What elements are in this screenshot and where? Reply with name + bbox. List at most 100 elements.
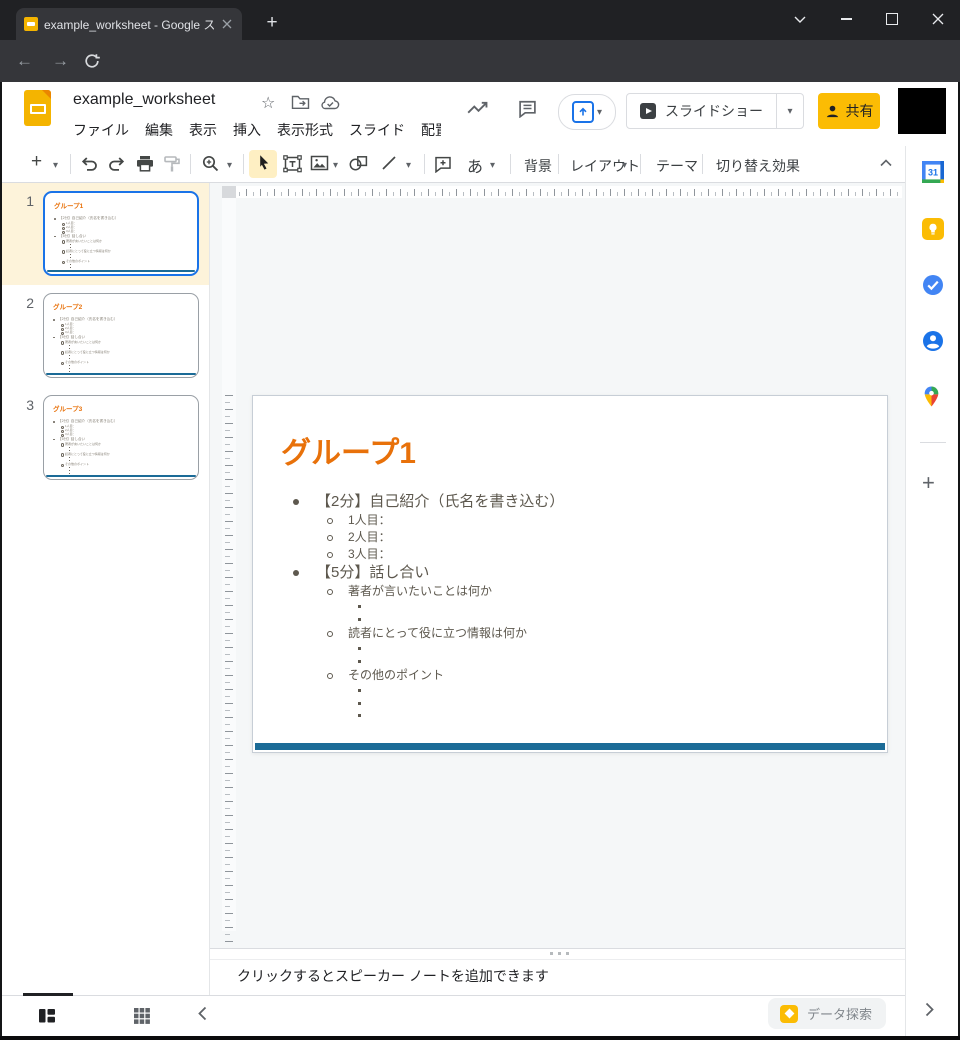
new-slide-caret-icon[interactable]: ▾ <box>53 160 58 171</box>
filmstrip-active-indicator <box>23 993 73 996</box>
slideshow-caret-button[interactable]: ▾ <box>776 94 803 128</box>
reload-button[interactable] <box>84 53 100 69</box>
bullet-marker-icon <box>358 605 361 608</box>
google-tasks-icon[interactable] <box>922 274 944 296</box>
slide-bullet-row <box>253 600 887 613</box>
slide-bullet-row: 3人目： <box>253 546 887 563</box>
slide-bullet-row: 1人目： <box>253 512 887 529</box>
insert-comment-tool[interactable] <box>434 155 452 173</box>
zoom-button[interactable] <box>202 155 219 172</box>
google-slides-logo-icon[interactable] <box>24 90 51 126</box>
new-slide-button[interactable]: + <box>31 153 42 171</box>
slideshow-button[interactable]: スライドショー <box>627 94 776 128</box>
filmstrip-view-button[interactable] <box>38 1008 56 1024</box>
zoom-caret-icon[interactable]: ▾ <box>227 160 232 171</box>
slide-canvas[interactable]: グループ1 【2分】自己紹介（氏名を書き込む）1人目：2人目：3人目：【5分】話… <box>210 183 905 948</box>
present-caret-icon[interactable]: ▾ <box>597 107 602 118</box>
move-to-folder-icon[interactable] <box>291 95 310 110</box>
document-title[interactable]: example_worksheet <box>73 91 215 109</box>
forward-button[interactable]: → <box>52 52 69 70</box>
menu-file[interactable]: ファイル <box>73 118 137 142</box>
window-menu-chevron-icon[interactable] <box>778 4 822 34</box>
slide-title[interactable]: グループ1 <box>281 428 416 472</box>
browser-tab[interactable]: example_worksheet - Google スラ <box>16 8 242 40</box>
star-document-icon[interactable]: ☆ <box>261 93 275 113</box>
present-button[interactable]: ▾ <box>558 94 616 130</box>
insert-image-tool[interactable] <box>310 155 329 171</box>
cloud-saved-icon[interactable] <box>320 96 340 110</box>
shape-tool[interactable] <box>349 155 368 172</box>
new-tab-button[interactable]: + <box>258 9 286 37</box>
furigana-caret-icon[interactable]: ▾ <box>490 160 495 171</box>
slide-thumbnail-row[interactable]: 2グループ2【2分】自己紹介（氏名を書き込む）1人目：2人目：3人目：【5分】話… <box>0 285 209 387</box>
google-maps-icon[interactable] <box>924 386 939 407</box>
slide-thumbnail-row[interactable]: 1グループ1【2分】自己紹介（氏名を書き込む）1人目：2人目：3人目：【5分】話… <box>0 183 209 285</box>
slide-bullet-row: 2人目： <box>253 529 887 546</box>
bullet-text: 著者が言いたいことは何か <box>348 583 887 600</box>
slide-thumbnail[interactable]: グループ1【2分】自己紹介（氏名を書き込む）1人目：2人目：3人目：【5分】話し… <box>43 191 199 276</box>
browser-tab-strip: example_worksheet - Google スラ + <box>0 0 960 40</box>
print-button[interactable] <box>136 155 154 172</box>
menu-insert[interactable]: 挿入 <box>225 118 269 142</box>
google-side-panel: 31 + <box>905 146 960 1040</box>
paint-format-button[interactable] <box>163 155 181 173</box>
slide-bullet-row <box>253 709 887 722</box>
redo-button[interactable] <box>108 155 126 172</box>
undo-button[interactable] <box>80 155 98 172</box>
svg-text:31: 31 <box>928 168 938 178</box>
line-tool[interactable] <box>381 155 397 171</box>
menu-format[interactable]: 表示形式 <box>269 118 341 142</box>
menu-slide[interactable]: スライド <box>341 118 413 142</box>
notes-placeholder[interactable]: クリックするとスピーカー ノートを追加できます <box>237 966 549 986</box>
window-minimize-button[interactable] <box>824 4 868 34</box>
hide-menus-chevron-icon[interactable] <box>880 159 892 167</box>
menu-view[interactable]: 表示 <box>181 118 225 142</box>
theme-button[interactable]: テーマ <box>656 156 698 176</box>
slide-body-list[interactable]: 【2分】自己紹介（氏名を書き込む）1人目：2人目：3人目：【5分】話し合い著者が… <box>253 492 887 722</box>
collapse-filmstrip-chevron-icon[interactable] <box>198 1006 207 1021</box>
get-addons-button[interactable]: + <box>922 472 935 494</box>
current-slide[interactable]: グループ1 【2分】自己紹介（氏名を書き込む）1人目：2人目：3人目：【5分】話… <box>252 395 888 753</box>
version-history-icon[interactable] <box>466 100 491 115</box>
text-box-tool[interactable] <box>283 155 302 173</box>
slideshow-play-icon <box>640 103 656 119</box>
slide-thumbnail[interactable]: グループ2【2分】自己紹介（氏名を書き込む）1人目：2人目：3人目：【5分】話し… <box>43 293 199 378</box>
comments-icon[interactable] <box>518 99 537 118</box>
google-slides-window: example_worksheet - Google スラ + ← → docs… <box>0 0 960 1040</box>
window-maximize-button[interactable] <box>870 4 914 34</box>
furigana-tool[interactable]: あ <box>467 153 483 177</box>
vertical-ruler <box>222 198 236 931</box>
tab-close-icon[interactable] <box>220 17 234 31</box>
slide-thumbnail-row[interactable]: 3グループ3【2分】自己紹介（氏名を書き込む）1人目：2人目：3人目：【5分】話… <box>0 387 209 489</box>
slide-number: 3 <box>0 395 43 489</box>
back-button[interactable]: ← <box>16 52 33 70</box>
thumbnail-slide-title: グループ1 <box>54 200 83 210</box>
share-button[interactable]: 共有 <box>818 93 880 129</box>
google-keep-icon[interactable] <box>922 218 944 240</box>
menu-arrange[interactable]: 配置 <box>413 118 441 142</box>
menu-edit[interactable]: 編集 <box>137 118 181 142</box>
slides-favicon-icon <box>24 17 38 31</box>
explore-button[interactable]: データ探索 <box>768 998 886 1029</box>
line-caret-icon[interactable]: ▾ <box>406 160 411 171</box>
notes-drag-handle[interactable] <box>550 952 569 955</box>
bullet-text: 【2分】自己紹介（氏名を書き込む） <box>316 492 887 512</box>
speaker-notes-panel[interactable]: クリックするとスピーカー ノートを追加できます <box>210 948 905 995</box>
layout-button[interactable]: レイアウト <box>570 156 640 176</box>
horizontal-ruler <box>236 186 902 198</box>
image-caret-icon[interactable]: ▾ <box>333 160 338 171</box>
bullet-marker-icon <box>327 589 333 595</box>
account-avatar[interactable] <box>898 88 946 134</box>
slide-thumbnail[interactable]: グループ3【2分】自己紹介（氏名を書き込む）1人目：2人目：3人目：【5分】話し… <box>43 395 199 480</box>
grid-view-button[interactable] <box>134 1008 150 1024</box>
background-button[interactable]: 背景 <box>524 156 552 176</box>
google-contacts-icon[interactable] <box>922 330 944 352</box>
window-close-button[interactable] <box>916 4 960 34</box>
google-calendar-icon[interactable]: 31 <box>922 161 944 183</box>
thumbnail-slide-body: 【2分】自己紹介（氏名を書き込む）1人目：2人目：3人目：【5分】話し合い著者が… <box>44 419 198 475</box>
layout-caret-icon[interactable]: ▾ <box>622 160 627 171</box>
transition-button[interactable]: 切り替え効果 <box>716 156 800 176</box>
share-person-icon <box>825 104 840 119</box>
select-cursor-tool[interactable] <box>258 154 270 171</box>
show-side-panel-chevron-icon[interactable] <box>925 1002 934 1017</box>
